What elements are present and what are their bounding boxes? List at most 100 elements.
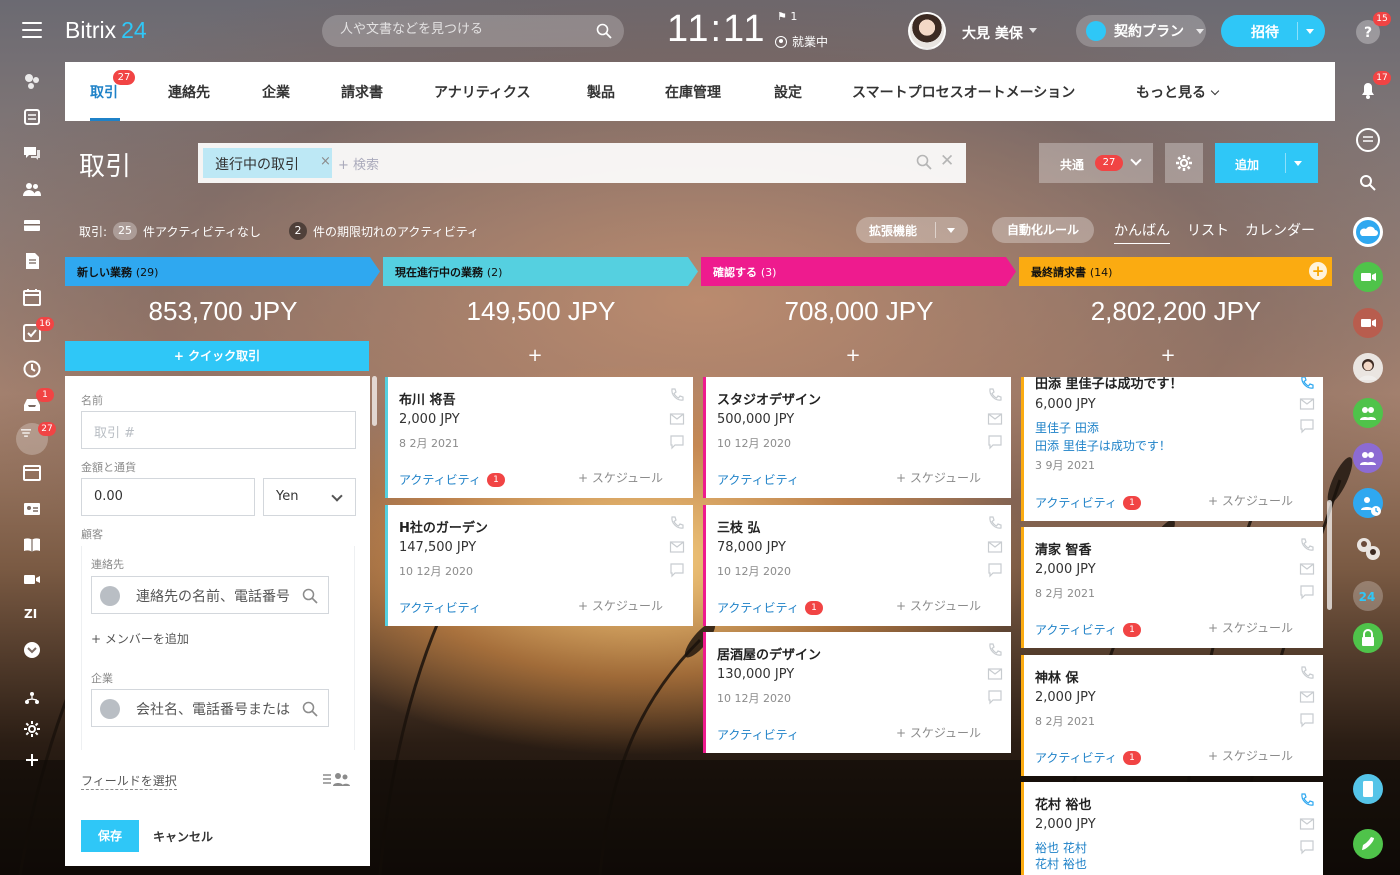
overdue-text[interactable]: 件の期限切れのアクティビティ [313,223,479,240]
global-search-input[interactable] [340,22,590,37]
mail-icon[interactable] [669,411,685,427]
activity-link[interactable]: アクティビティ 1 [717,599,823,616]
clear-filter-icon[interactable]: ✕ [940,151,954,171]
mail-icon[interactable] [987,539,1003,555]
bitrix24-icon[interactable]: 24 [1352,580,1384,612]
deal-card[interactable]: 居酒屋のデザイン 130,000 JPY 10 12月 2020 アクティビティ… [703,632,1011,753]
filter-search-placeholder[interactable]: + 検索 [338,154,379,173]
knowledge-base-icon[interactable] [22,535,42,555]
deal-card[interactable]: 布川 将吾 2,000 JPY 8 2月 2021 アクティビティ 1 + スケジ… [385,377,693,498]
chat-bubble-icon[interactable] [1299,712,1315,728]
tab-analytics[interactable]: アナリティクス [434,82,530,102]
counter-filter-button[interactable]: 共通 27 [1039,143,1153,183]
chat-bubble-icon[interactable] [987,434,1003,450]
document-icon[interactable] [22,251,42,271]
deal-card[interactable]: 花村 裕也 2,000 JPY 裕也 花村 花村 裕也 [1021,782,1323,875]
caret-down-icon[interactable] [947,228,955,233]
phone-icon[interactable] [1299,665,1315,681]
stage-header-in-progress[interactable]: 現在進行中の業務 (2) [383,257,698,286]
phone-icon[interactable] [987,515,1003,531]
flag-counter[interactable]: ⚑ 1 [777,10,797,23]
open-lines-icon[interactable] [1352,487,1384,519]
calendar-icon[interactable] [22,287,42,307]
chat-bubble-icon[interactable] [1299,839,1315,855]
mobile-icon[interactable] [1352,773,1384,805]
contact-search-input[interactable]: 連絡先の名前、電話番号 [91,576,329,614]
tab-smart-process[interactable]: スマートプロセスオートメーション [852,82,1075,102]
activity-link[interactable]: アクティビティ [717,726,799,743]
contact-link[interactable]: 裕也 花村 [1035,839,1087,856]
chat-bubble-icon[interactable] [1299,418,1315,434]
phone-icon[interactable] [669,515,685,531]
phone-icon[interactable] [1299,792,1315,808]
schedule-link[interactable]: + スケジュール [578,597,663,614]
save-button[interactable]: 保存 [81,820,139,852]
deal-card[interactable]: H社のガーデン 147,500 JPY 10 12月 2020 アクティビティ … [385,505,693,626]
deal-title[interactable]: 田添 里佳子は成功です！ [1035,377,1183,392]
settings-button[interactable] [1165,143,1203,183]
deal-card[interactable]: 神林 保 2,000 JPY 8 2月 2021 アクティビティ 1 + スケジュ… [1021,655,1323,776]
group-icon[interactable] [22,179,42,199]
video-icon[interactable] [22,569,42,589]
add-stage-icon[interactable]: + [1309,262,1327,280]
user-name[interactable]: 大見 美保 [962,23,1023,43]
plan-button[interactable]: 契約プラン [1076,15,1206,47]
deal-title[interactable]: H社のガーデン [399,517,488,536]
add-deal-plus-icon[interactable]: + [696,345,1010,366]
invite-button[interactable]: 招待 [1221,15,1325,47]
view-calendar[interactable]: カレンダー [1245,220,1315,240]
tab-invoices[interactable]: 請求書 [341,82,383,102]
chat-bubble-icon[interactable] [669,562,685,578]
company-search-input[interactable]: 会社名、電話番号または [91,689,329,727]
tab-inventory[interactable]: 在庫管理 [665,82,721,102]
menu-icon[interactable] [22,22,42,38]
filter-tag-remove-icon[interactable]: × [320,154,331,169]
deal-card[interactable]: 清家 智香 2,000 JPY 8 2月 2021 アクティビティ 1 + スケジ… [1021,527,1323,648]
deal-card[interactable]: 田添 里佳子は成功です！ 6,000 JPY 里佳子 田添 田添 里佳子は成功で… [1021,377,1323,521]
contact-card-icon[interactable] [22,499,42,519]
mail-icon[interactable] [1299,816,1315,832]
phone-call-icon[interactable] [1352,828,1384,860]
quick-deal-button[interactable]: + クイック取引 [65,341,369,371]
view-list[interactable]: リスト [1187,220,1229,240]
search-icon[interactable] [302,701,318,717]
add-deal-plus-icon[interactable]: + [1011,345,1325,366]
column-scrollbar[interactable] [372,376,377,426]
deal-name-input[interactable]: 取引 # [81,411,356,449]
filter-box[interactable]: 進行中の取引 × + 検索 ✕ [198,143,966,183]
activity-link[interactable]: アクティビティ 1 [1035,494,1141,511]
deal-card[interactable]: 三枝 弘 78,000 JPY 10 12月 2020 アクティビティ 1 + ス… [703,505,1011,626]
more-icon[interactable] [22,640,42,660]
extensions-button[interactable]: 拡張機能 [856,217,968,243]
workgroup-icon[interactable] [1352,442,1384,474]
chat-bubble-icon[interactable] [669,434,685,450]
automation-rules-button[interactable]: 自動化ルール [992,217,1094,243]
activity-link[interactable]: アクティビティ 1 [399,471,505,488]
group-chat-icon[interactable] [1352,397,1384,429]
chat-bubble-icon[interactable] [987,562,1003,578]
user-menu-caret-icon[interactable] [1029,28,1037,33]
mail-icon[interactable] [1299,396,1315,412]
messages-icon[interactable] [1352,124,1384,156]
lock-icon[interactable] [1352,622,1384,654]
add-icon[interactable] [22,750,42,770]
conference-icon[interactable] [1352,307,1384,339]
deal-title[interactable]: 居酒屋のデザイン [717,644,821,663]
zi-icon[interactable]: ZI [24,607,37,621]
search-icon[interactable] [596,23,612,39]
mail-icon[interactable] [987,666,1003,682]
deal-title[interactable]: 花村 裕也 [1035,794,1092,813]
search-icon[interactable] [302,588,318,604]
schedule-link[interactable]: + スケジュール [1208,619,1293,636]
chat-icon[interactable] [22,143,42,163]
cloud-icon[interactable] [1352,216,1384,248]
mail-icon[interactable] [1299,561,1315,577]
feed-icon[interactable] [22,71,42,91]
tab-contacts[interactable]: 連絡先 [168,82,210,102]
stage-header-review[interactable]: 確認する (3) [701,257,1016,286]
schedule-link[interactable]: + スケジュール [1208,492,1293,509]
phone-icon[interactable] [1299,537,1315,553]
activity-link[interactable]: アクティビティ [717,471,799,488]
drive-icon[interactable] [22,215,42,235]
no-activity-count[interactable]: 25 [113,222,138,240]
